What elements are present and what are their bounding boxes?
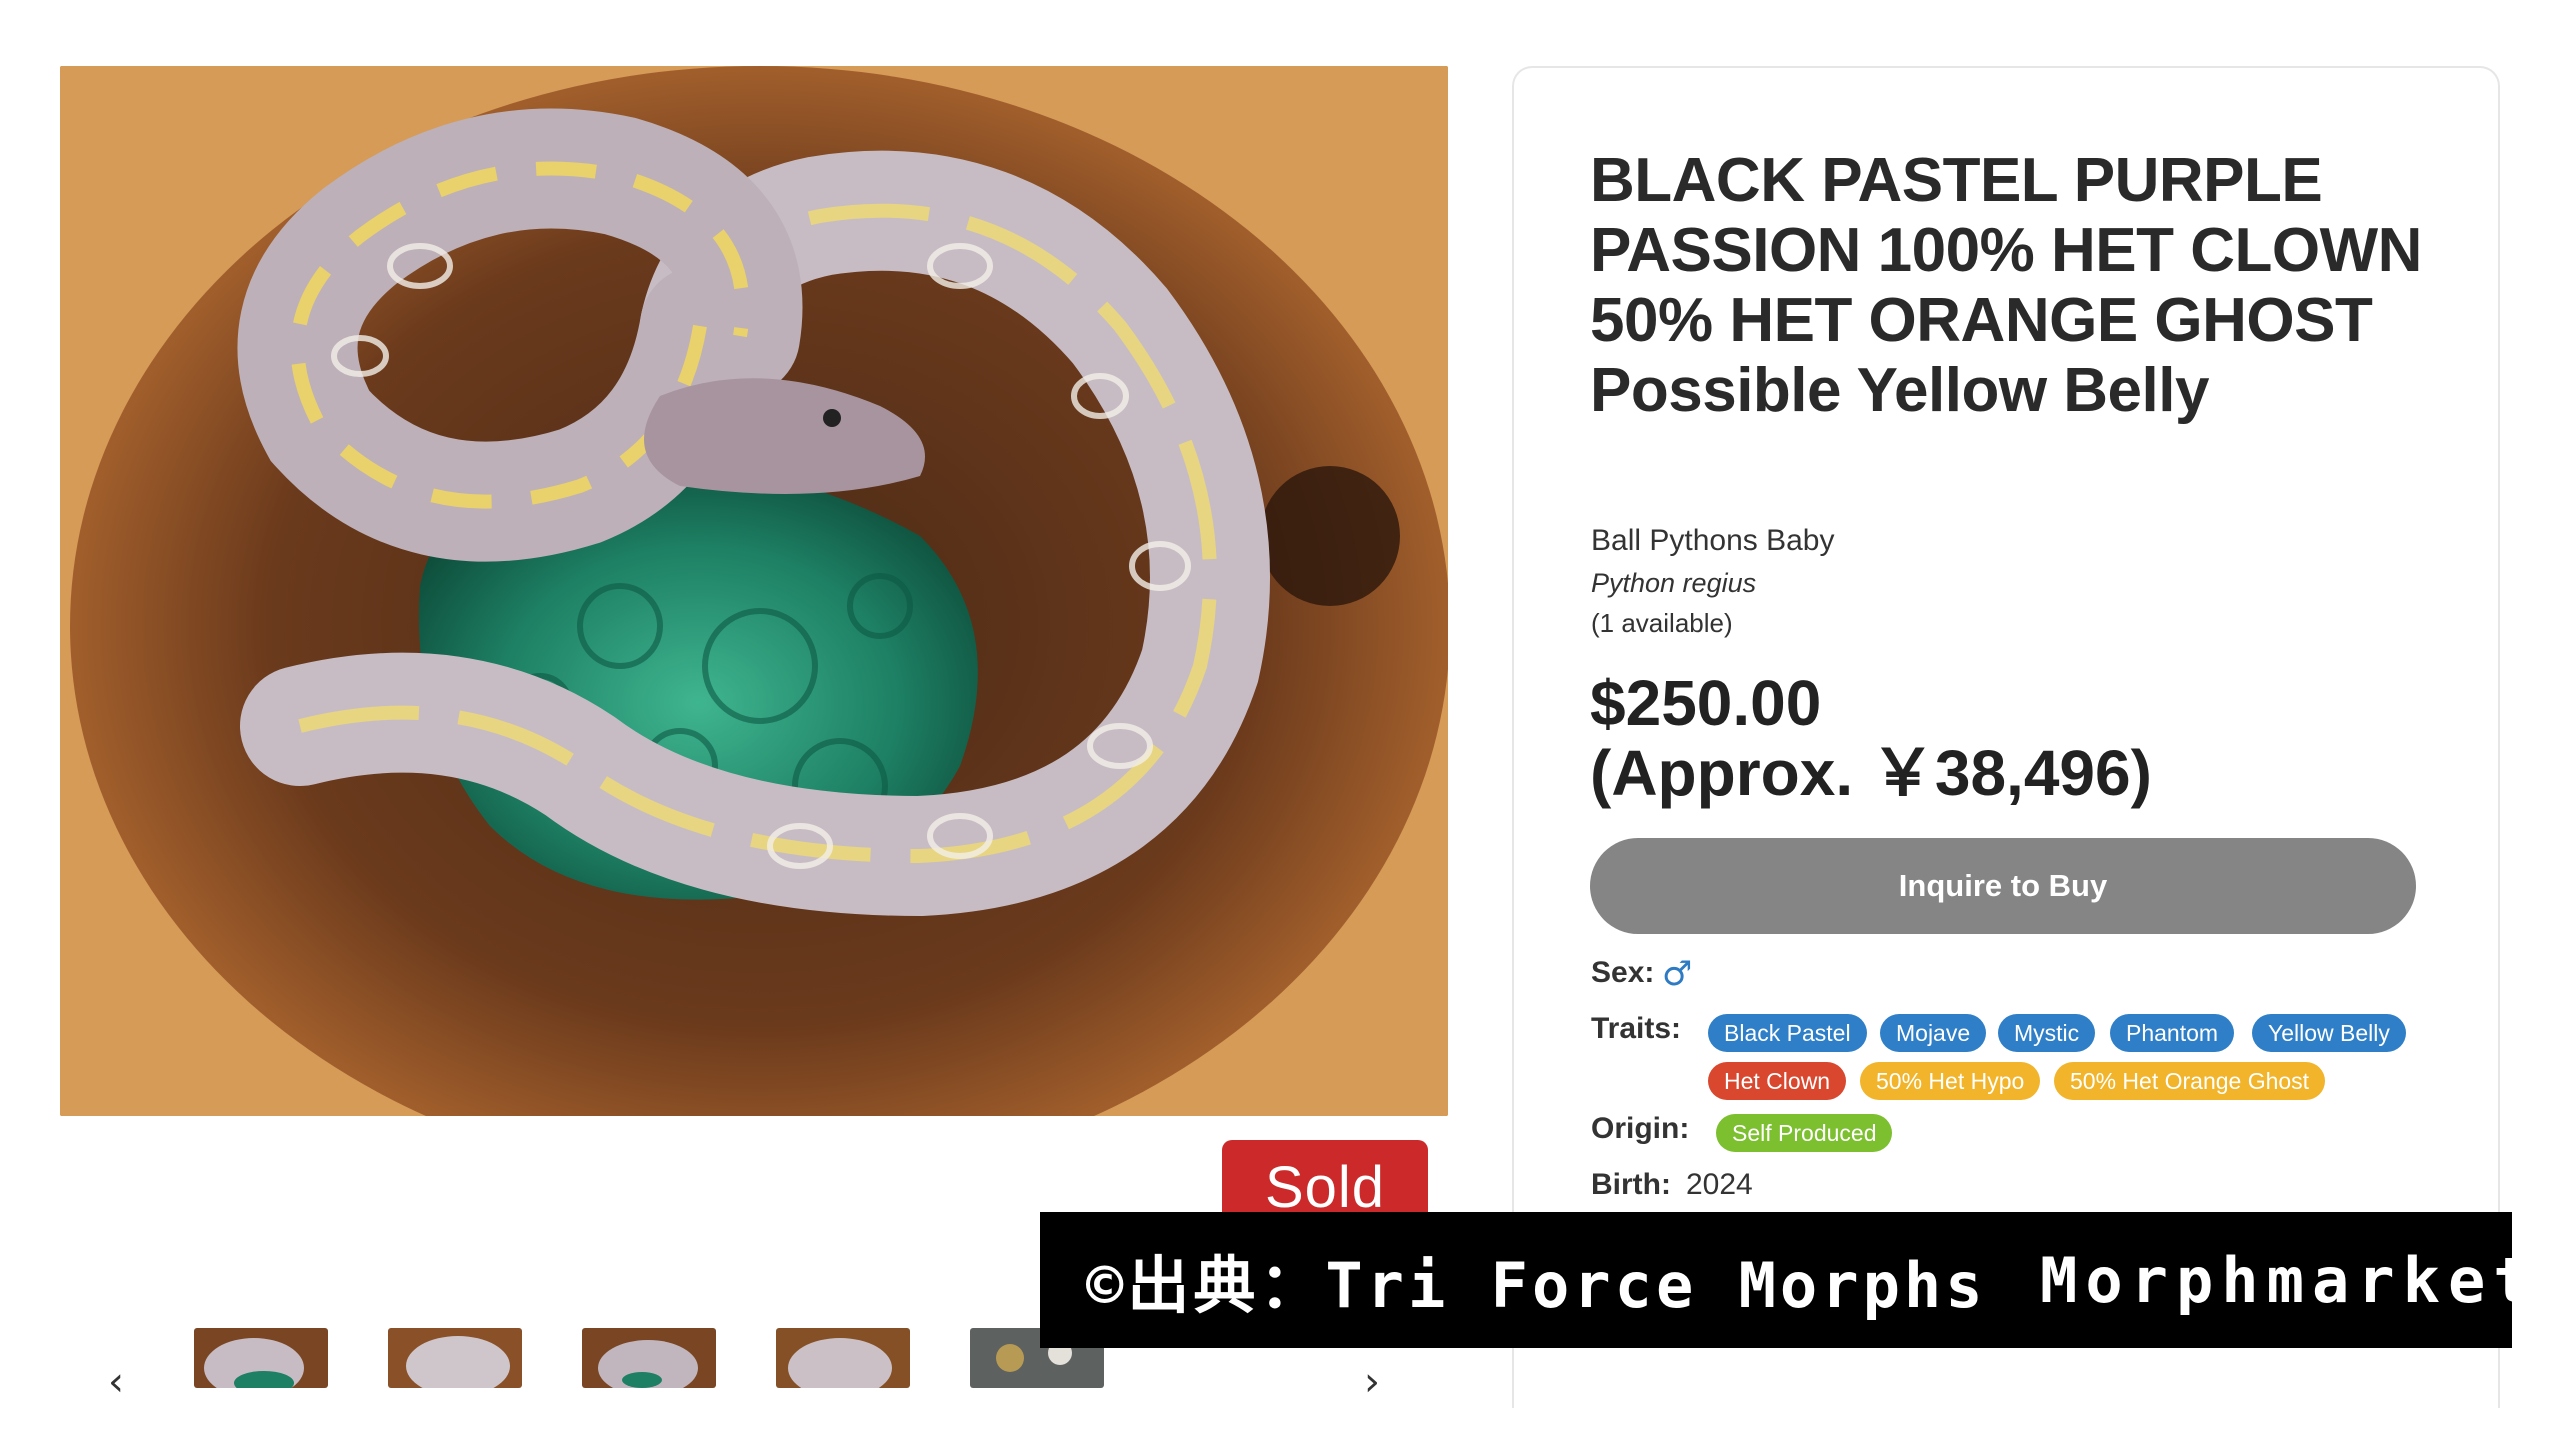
thumbnail-3[interactable]: [582, 1328, 716, 1388]
origin-label: Origin:: [1591, 1112, 1690, 1145]
trait-tag[interactable]: Mystic: [1998, 1014, 2096, 1052]
birth-value: 2024: [1686, 1168, 1753, 1201]
source-watermark: ©出典：Tri Force Morphs Morphmarket: [1040, 1212, 2531, 1348]
main-product-photo[interactable]: [60, 66, 1448, 1116]
origin-tag[interactable]: Self Produced: [1716, 1114, 1893, 1152]
thumbnail-1[interactable]: [194, 1328, 328, 1388]
price: $250.00 (Approx. ￥38,496): [1590, 668, 2152, 808]
trait-tag[interactable]: Yellow Belly: [2252, 1014, 2406, 1052]
watermark-source-credit: ©出典：Tri Force Morphs: [1086, 1249, 1987, 1322]
snake-photo-graphic: [60, 66, 1448, 1116]
trait-tag[interactable]: Mojave: [1880, 1014, 1987, 1052]
sex-label: Sex:: [1591, 956, 1655, 989]
price-usd: $250.00: [1590, 667, 1822, 739]
trait-tag[interactable]: 50% Het Orange Ghost: [2054, 1062, 2326, 1100]
availability-count: (1 available): [1591, 608, 1733, 638]
product-category: Ball Pythons Baby: [1591, 524, 1835, 557]
watermark-site-name: Morphmarket: [2040, 1243, 2539, 1317]
inquire-to-buy-button[interactable]: Inquire to Buy: [1590, 838, 2416, 934]
product-title: BLACK PASTEL PURPLE PASSION 100% HET CLO…: [1590, 146, 2422, 425]
trait-tag[interactable]: Black Pastel: [1708, 1014, 1867, 1052]
trait-tag[interactable]: Phantom: [2110, 1014, 2235, 1052]
birth-label: Birth:: [1591, 1168, 1671, 1201]
male-icon: ♂: [1662, 954, 1693, 994]
price-jpy-approx: (Approx. ￥38,496): [1590, 737, 2152, 809]
trait-tag[interactable]: 50% Het Hypo: [1860, 1062, 2041, 1100]
trait-tag[interactable]: Het Clown: [1708, 1062, 1847, 1100]
chevron-right-icon[interactable]: ›: [1364, 1362, 1380, 1402]
traits-label: Traits:: [1591, 1012, 1682, 1045]
product-species: Python regius: [1591, 568, 1757, 598]
thumbnail-4[interactable]: [776, 1328, 910, 1388]
thumbnail-2[interactable]: [388, 1328, 522, 1388]
